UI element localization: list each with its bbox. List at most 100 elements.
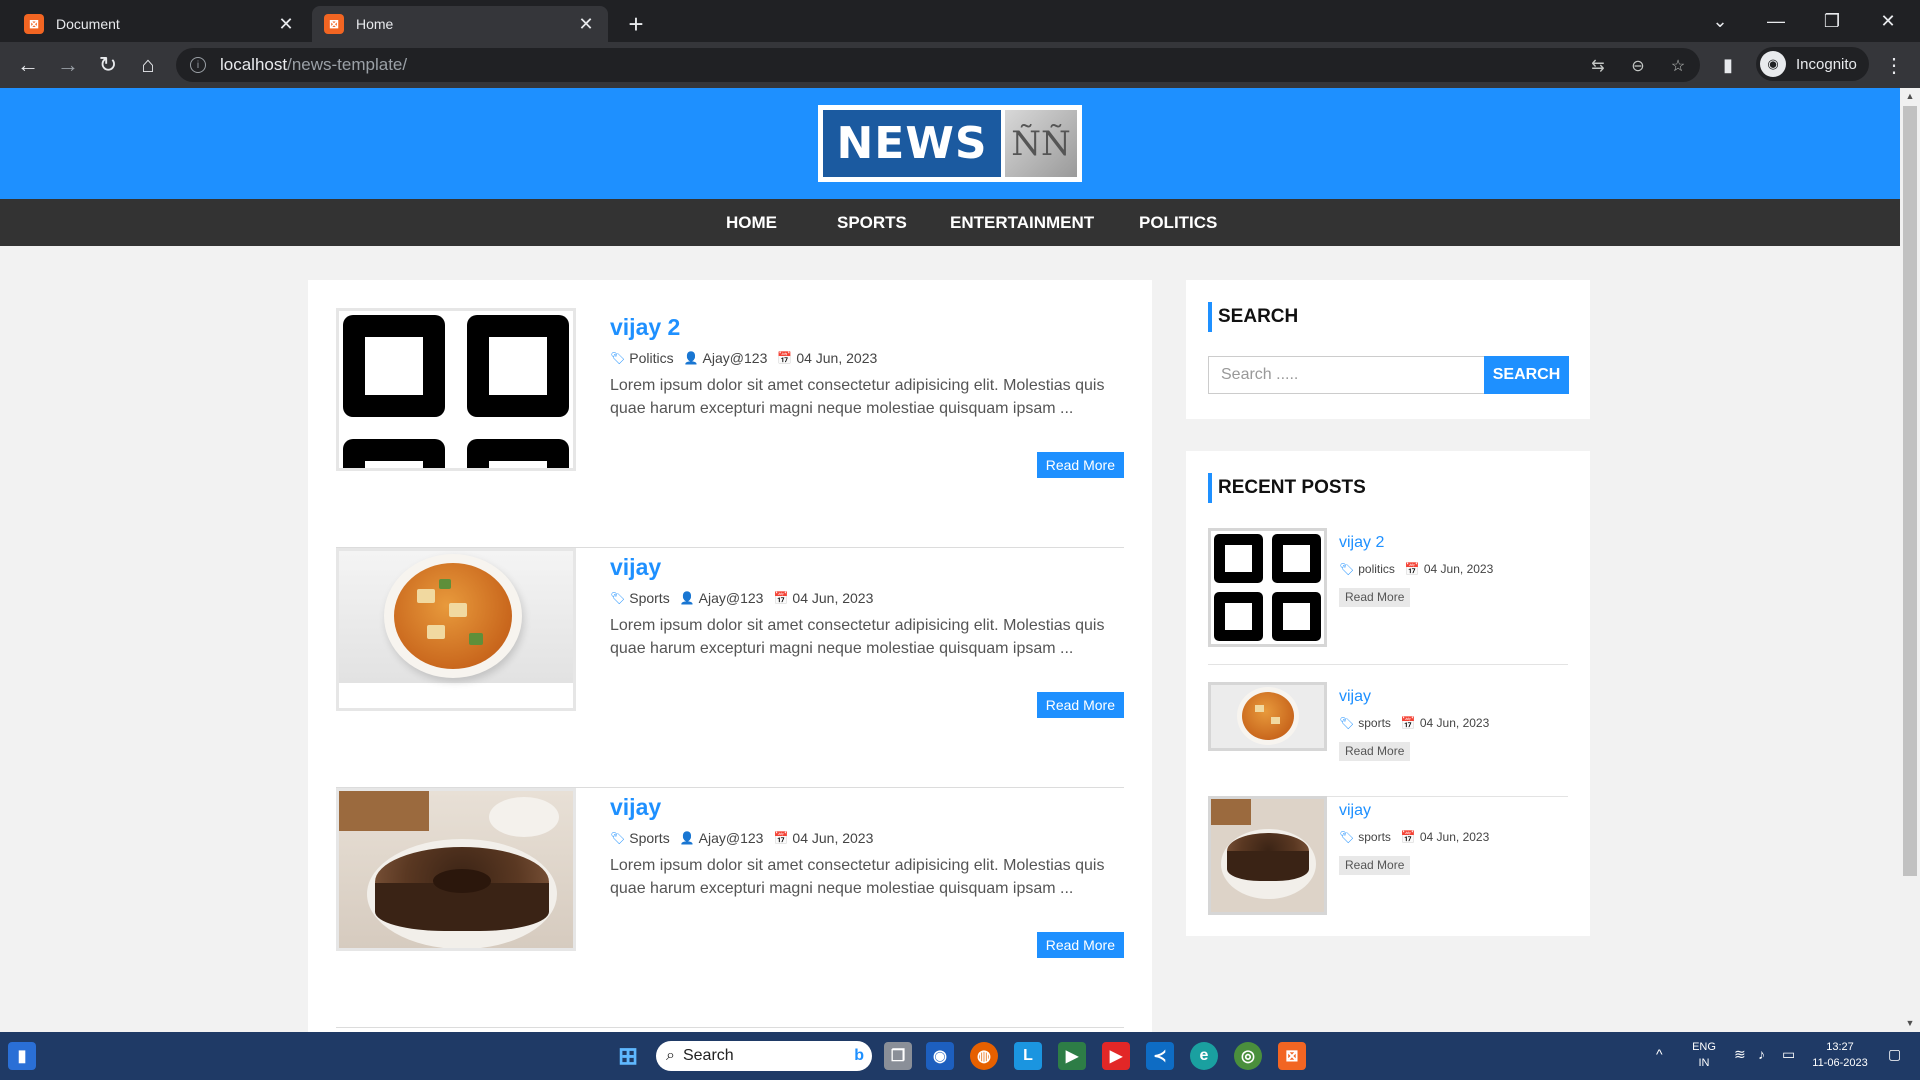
page-scrollbar[interactable]: ▲ ▼ (1900, 88, 1920, 1032)
search-button[interactable]: SEARCH (1484, 356, 1569, 394)
post-author: Ajay@123 (698, 830, 764, 846)
nav-entertainment[interactable]: ENTERTAINMENT (950, 199, 1094, 246)
widgets-icon[interactable]: ▮ (8, 1042, 36, 1070)
user-icon: 👤 (679, 591, 695, 605)
taskbar-search[interactable]: ⌕ Search b (656, 1041, 872, 1071)
tags-icon: 🏷 (1339, 716, 1355, 730)
post-category[interactable]: Sports (629, 830, 669, 846)
start-button-icon[interactable]: ⊞ (614, 1042, 642, 1070)
post-date: 04 Jun, 2023 (792, 830, 874, 846)
site-logo[interactable]: NEWS ÑÑ (818, 105, 1082, 182)
search-input[interactable]: Search ..... (1208, 356, 1484, 394)
scroll-down-arrow-icon[interactable]: ▼ (1905, 1018, 1915, 1028)
post-title[interactable]: vijay (610, 794, 661, 821)
close-tab-icon[interactable]: ✕ (576, 14, 596, 34)
read-more-button[interactable]: Read More (1036, 932, 1124, 958)
logo-text: NEWS (823, 110, 1001, 177)
clock-date: 11-06-2023 (1812, 1057, 1868, 1069)
post-item: vijay 🏷 Sports 👤 Ajay@123 📅 04 Jun, 2023… (336, 788, 1124, 1028)
recent-post-date: 04 Jun, 2023 (1423, 562, 1494, 576)
recent-read-more-button[interactable]: Read More (1339, 742, 1411, 761)
language-indicator[interactable]: ENG IN (1690, 1039, 1718, 1071)
wifi-icon[interactable]: ≋ (1734, 1046, 1746, 1062)
recent-read-more-button[interactable]: Read More (1339, 588, 1411, 607)
edge-icon[interactable]: e (1190, 1042, 1218, 1070)
meet-app-icon[interactable]: ▶ (1058, 1042, 1086, 1070)
task-view-icon[interactable]: ❐ (884, 1042, 912, 1070)
tab-document[interactable]: ⊠ Document ✕ (12, 6, 308, 42)
chrome-icon[interactable]: ◎ (1234, 1042, 1262, 1070)
curry-bowl-image (1211, 685, 1324, 748)
xampp-icon[interactable]: ⊠ (1278, 1042, 1306, 1070)
tags-icon: 🏷 (610, 351, 626, 365)
post-title[interactable]: vijay (610, 554, 661, 581)
address-bar[interactable]: i localhost /news-template/ ⇆ ⊖ ☆ (176, 48, 1700, 82)
bookmark-star-icon[interactable]: ☆ (1668, 56, 1688, 76)
incognito-profile-button[interactable]: ◉ Incognito (1756, 47, 1869, 81)
windows-taskbar: ▮ ⊞ ⌕ Search b ❐ ◉ ◍ L ▶ ▶ ≺ e ◎ ⊠ ^ ENG… (0, 1032, 1920, 1080)
url-path: /news-template/ (287, 55, 408, 74)
user-icon: 👤 (683, 351, 699, 365)
app-icon[interactable]: ◉ (926, 1042, 954, 1070)
calendar-icon: 📅 (1400, 716, 1416, 730)
clock[interactable]: 13:27 11-06-2023 (1806, 1039, 1874, 1071)
firefox-icon[interactable]: ◍ (970, 1042, 998, 1070)
post-thumbnail[interactable] (336, 548, 576, 711)
tab-title: Document (56, 16, 120, 32)
side-panel-icon[interactable]: ▮ (1712, 49, 1744, 81)
recent-post-category[interactable]: sports (1358, 830, 1391, 844)
chocolate-cake-image (1211, 799, 1324, 912)
recent-read-more-button[interactable]: Read More (1339, 856, 1411, 875)
minimize-button[interactable]: — (1748, 0, 1804, 42)
recent-post-title[interactable]: vijay (1339, 802, 1371, 820)
volume-icon[interactable]: ♪ (1758, 1046, 1765, 1062)
post-thumbnail[interactable] (336, 308, 576, 471)
post-title[interactable]: vijay 2 (610, 314, 680, 341)
restore-button[interactable]: ❐ (1804, 0, 1860, 42)
battery-icon[interactable]: ▭ (1782, 1046, 1795, 1062)
recent-post-thumbnail[interactable] (1208, 528, 1327, 647)
new-tab-button[interactable]: + (620, 8, 652, 40)
vscode-icon[interactable]: ≺ (1146, 1042, 1174, 1070)
qr-icon (339, 311, 573, 468)
youtube-icon[interactable]: ▶ (1102, 1042, 1130, 1070)
calendar-icon: 📅 (1400, 830, 1416, 844)
tab-home[interactable]: ⊠ Home ✕ (312, 6, 608, 42)
browser-menu-icon[interactable]: ⋮ (1882, 50, 1906, 80)
show-hidden-icons-chevron-icon[interactable]: ^ (1656, 1046, 1663, 1062)
post-thumbnail[interactable] (336, 788, 576, 951)
l-app-icon[interactable]: L (1014, 1042, 1042, 1070)
close-tab-icon[interactable]: ✕ (276, 14, 296, 34)
site-info-icon[interactable]: i (190, 57, 206, 73)
post-category[interactable]: Politics (629, 350, 673, 366)
translate-icon[interactable]: ⇆ (1588, 56, 1608, 76)
home-button[interactable]: ⌂ (132, 49, 164, 81)
recent-post-thumbnail[interactable] (1208, 682, 1327, 751)
zoom-out-icon[interactable]: ⊖ (1628, 56, 1648, 76)
notification-icon[interactable]: ▢ (1888, 1046, 1901, 1062)
nav-sports[interactable]: SPORTS (837, 199, 907, 246)
recent-post-category[interactable]: politics (1358, 562, 1395, 576)
post-category[interactable]: Sports (629, 590, 669, 606)
recent-post-title[interactable]: vijay (1339, 688, 1371, 706)
recent-post-thumbnail[interactable] (1208, 796, 1327, 915)
read-more-button[interactable]: Read More (1036, 452, 1124, 478)
recent-post-category[interactable]: sports (1358, 716, 1391, 730)
tab-search-chevron-icon[interactable]: ⌄ (1692, 0, 1748, 42)
reload-button[interactable]: ↻ (92, 49, 124, 81)
search-icon: ⌕ (666, 1047, 675, 1064)
read-more-button[interactable]: Read More (1036, 692, 1124, 718)
scroll-up-arrow-icon[interactable]: ▲ (1905, 91, 1915, 101)
search-widget: SEARCH Search ..... SEARCH (1186, 280, 1590, 419)
nav-home[interactable]: HOME (726, 199, 777, 246)
scrollbar-thumb[interactable] (1903, 106, 1917, 876)
post-item: vijay 2 🏷 Politics 👤 Ajay@123 📅 04 Jun, … (336, 308, 1124, 548)
nav-politics[interactable]: POLITICS (1139, 199, 1217, 246)
back-button[interactable]: ← (12, 49, 44, 81)
url-host: localhost (220, 55, 288, 74)
post-meta: 🏷 Sports 👤 Ajay@123 📅 04 Jun, 2023 (610, 590, 883, 606)
close-window-button[interactable]: ✕ (1860, 0, 1916, 42)
recent-post-title[interactable]: vijay 2 (1339, 534, 1384, 552)
forward-button[interactable]: → (52, 49, 84, 81)
lang-top: ENG (1692, 1041, 1716, 1053)
